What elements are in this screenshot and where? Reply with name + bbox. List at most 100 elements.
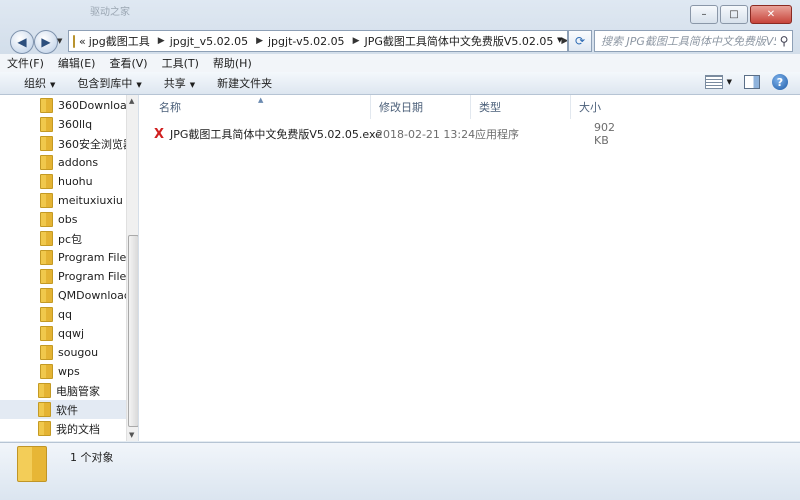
tree-item-label: qq — [58, 308, 72, 321]
tree-item-label: pc包 — [58, 232, 83, 246]
breadcrumb-separator-icon[interactable]: ▶ — [158, 36, 165, 46]
breadcrumb-item[interactable]: jpgjt_v5.02.05 — [170, 35, 248, 48]
menu-view[interactable]: 查看(V) — [102, 55, 154, 71]
scroll-down-icon[interactable]: ▼ — [129, 431, 134, 439]
breadcrumb-separator-icon[interactable]: ▶ — [256, 36, 263, 46]
folder-icon — [40, 231, 53, 246]
breadcrumb-item[interactable]: jpgjt-v5.02.05 — [268, 35, 345, 48]
folder-icon — [40, 155, 53, 170]
title-bar: 驱动之家 – □ ✕ — [0, 0, 800, 28]
new-folder-button[interactable]: 新建文件夹 — [206, 75, 283, 91]
folder-icon — [38, 402, 51, 417]
tree-item[interactable]: 360Downloads — [0, 96, 126, 115]
scroll-up-icon[interactable]: ▲ — [129, 97, 134, 105]
breadcrumb-separator-icon[interactable]: ▶ — [353, 36, 360, 46]
file-size: 902 KB — [594, 121, 615, 147]
search-box[interactable]: 搜索 JPG截图工具简体中文免费版V5... ⚲ — [594, 30, 793, 52]
tree-item-label: wps — [58, 365, 80, 378]
window-controls: – □ ✕ — [690, 5, 792, 24]
tree-item-label: huohu — [58, 175, 93, 188]
jpg-tool-app-icon: X — [153, 126, 165, 142]
column-header-type[interactable]: 类型 — [471, 95, 571, 119]
folder-icon — [40, 193, 53, 208]
file-list: 名称 ▲ 修改日期 类型 大小 X JPG截图工具简体中文免费版V5.02.05… — [139, 95, 800, 441]
preview-pane-icon[interactable] — [744, 75, 760, 89]
include-library-label: 包含到库中 — [77, 77, 133, 90]
tree-item-label: Program Files — [58, 251, 126, 264]
tree-item-label: obs — [58, 213, 78, 226]
nav-scrollbar[interactable]: ▲ ▼ — [126, 95, 138, 441]
tree-item[interactable]: 360llq — [0, 115, 126, 134]
folder-icon — [40, 345, 53, 360]
refresh-icon: ⟳ — [574, 34, 586, 48]
tree-item[interactable]: huohu — [0, 172, 126, 191]
folder-icon — [73, 34, 75, 48]
breadcrumb-item[interactable]: jpg截图工具 — [89, 33, 150, 49]
folder-icon — [40, 98, 53, 113]
recent-pages-dropdown-icon[interactable]: ▼ — [57, 37, 62, 45]
include-library-button[interactable]: 包含到库中 ▼ — [66, 75, 152, 91]
maximize-button[interactable]: □ — [720, 5, 748, 24]
tree-item[interactable]: 软件 — [0, 400, 126, 419]
details-pane: 1 个对象 — [0, 442, 800, 500]
tree-item[interactable]: obs — [0, 210, 126, 229]
forward-button[interactable]: ▶ — [34, 30, 58, 54]
column-header-date[interactable]: 修改日期 — [371, 95, 471, 119]
breadcrumb-separator-icon[interactable]: ▶ — [561, 36, 567, 46]
tree-item-label: 电脑管家 — [56, 384, 100, 398]
folder-icon — [40, 212, 53, 227]
tree-item[interactable]: qq — [0, 305, 126, 324]
menu-tools[interactable]: 工具(T) — [155, 55, 206, 71]
search-input[interactable]: 搜索 JPG截图工具简体中文免费版V5... — [595, 33, 776, 49]
menu-bar: 文件(F) 编辑(E) 查看(V) 工具(T) 帮助(H) — [0, 54, 800, 72]
tree-item-label: Program Files — [58, 270, 126, 283]
close-button[interactable]: ✕ — [750, 5, 792, 24]
tree-item[interactable]: 电脑管家 — [0, 381, 126, 400]
folder-icon — [40, 326, 53, 341]
view-controls: ▼ ? — [704, 74, 788, 90]
address-bar[interactable]: « jpg截图工具 ▶ jpgjt_v5.02.05 ▶ jpgjt-v5.02… — [68, 30, 568, 52]
tree-item[interactable]: 360安全浏览器下载 — [0, 134, 126, 153]
minimize-button[interactable]: – — [690, 5, 718, 24]
menu-edit[interactable]: 编辑(E) — [51, 55, 103, 71]
tree-item[interactable]: QMDownload — [0, 286, 126, 305]
breadcrumb-overflow[interactable]: « — [79, 35, 86, 48]
sort-ascending-icon: ▲ — [258, 96, 264, 104]
search-icon[interactable]: ⚲ — [776, 34, 792, 48]
file-row[interactable]: X JPG截图工具简体中文免费版V5.02.05.exe 2018-02-21 … — [152, 121, 632, 147]
scrollbar-thumb[interactable] — [128, 235, 138, 427]
tree-item[interactable]: addons — [0, 153, 126, 172]
tree-item[interactable]: wps — [0, 362, 126, 381]
forward-arrow-icon: ▶ — [41, 35, 51, 49]
change-view-button[interactable]: ▼ — [704, 75, 732, 89]
tree-item[interactable]: meituxiuxiu — [0, 191, 126, 210]
back-button[interactable]: ◀ — [10, 30, 34, 54]
tree-item[interactable]: pc包 — [0, 229, 126, 248]
breadcrumb-item[interactable]: JPG截图工具简体中文免费版V5.02.05 — [364, 33, 553, 49]
chevron-down-icon: ▼ — [50, 81, 56, 89]
tree-item-label: sougou — [58, 346, 99, 359]
tree-item-label: 360安全浏览器下载 — [58, 137, 126, 151]
details-view-icon — [704, 75, 723, 89]
tree-item[interactable]: qqwj — [0, 324, 126, 343]
folder-icon — [17, 446, 47, 482]
tree-item[interactable]: sougou — [0, 343, 126, 362]
menu-file[interactable]: 文件(F) — [0, 55, 51, 71]
chevron-down-icon: ▼ — [136, 81, 142, 89]
help-icon[interactable]: ? — [772, 74, 788, 90]
folder-icon — [40, 364, 53, 379]
organize-button[interactable]: 组织 ▼ — [0, 75, 66, 91]
refresh-button[interactable]: ⟳ — [568, 30, 592, 52]
explorer-window: 驱动之家 – □ ✕ ◀ ▶ ▼ « jpg截图工具 ▶ jpgjt_v5.02… — [0, 0, 800, 500]
tree-item-label: qqwj — [58, 327, 85, 340]
menu-help[interactable]: 帮助(H) — [206, 55, 259, 71]
tree-item-label: 360Downloads — [58, 99, 126, 112]
address-dropdown-icon[interactable]: ▼ — [557, 36, 562, 44]
tree-item[interactable]: Program Files — [0, 248, 126, 267]
share-label: 共享 — [163, 77, 186, 90]
folder-icon — [40, 136, 53, 151]
tree-item[interactable]: 我的文档 — [0, 419, 126, 438]
column-header-size[interactable]: 大小 — [571, 95, 641, 119]
tree-item[interactable]: Program Files — [0, 267, 126, 286]
share-button[interactable]: 共享 ▼ — [153, 75, 206, 91]
